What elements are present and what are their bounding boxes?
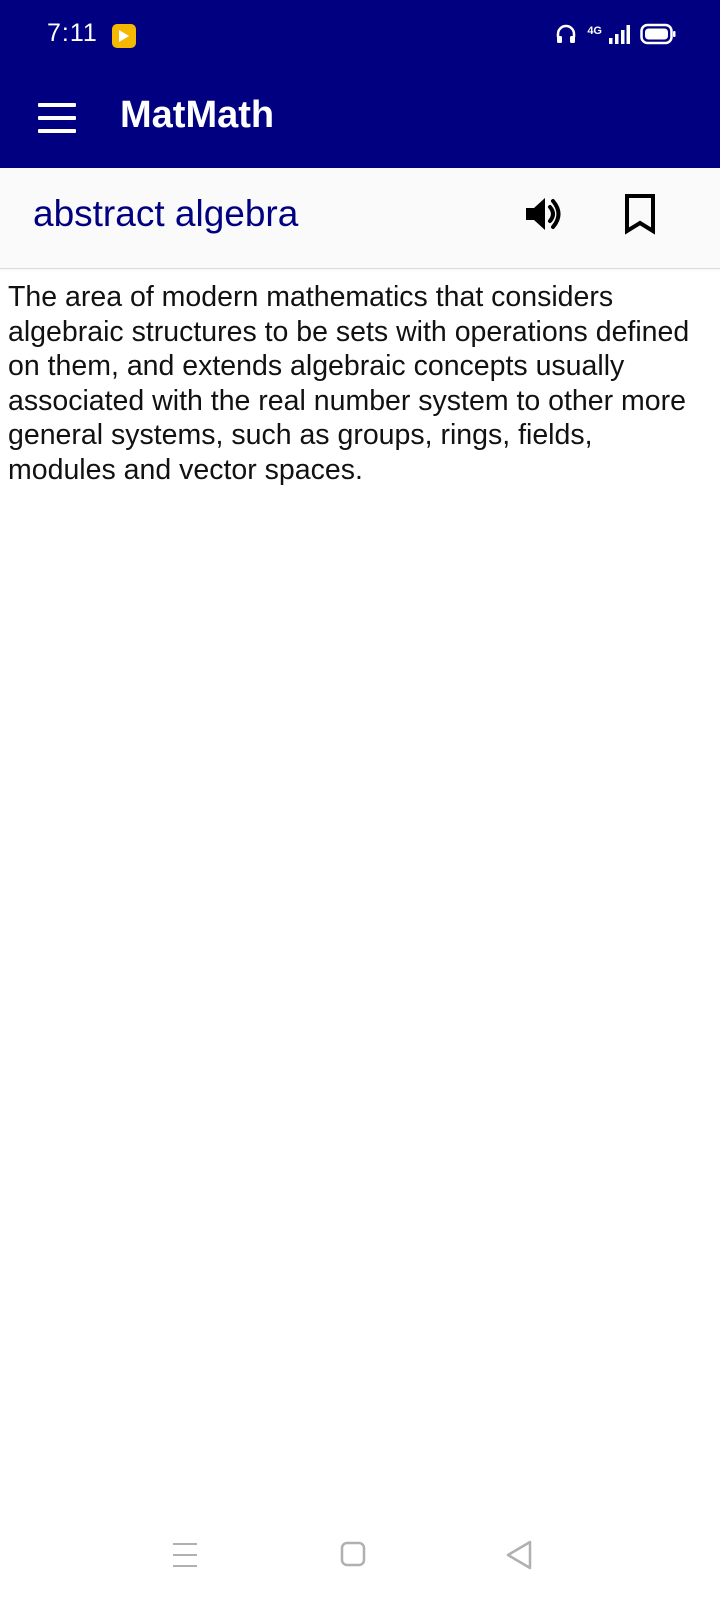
home-icon[interactable]	[328, 1530, 378, 1580]
recents-icon[interactable]	[160, 1530, 210, 1580]
speaker-icon[interactable]	[520, 190, 568, 238]
hamburger-menu-icon[interactable]	[30, 92, 82, 144]
bookmark-icon[interactable]	[616, 190, 664, 238]
back-icon[interactable]	[494, 1530, 544, 1580]
play-notification-icon	[112, 24, 136, 48]
status-time: 7:11	[47, 19, 98, 47]
headset-icon	[555, 24, 577, 49]
definition-text: The area of modern mathematics that cons…	[8, 281, 690, 486]
word-header: abstract algebra	[0, 168, 720, 269]
signal-icon	[608, 23, 630, 50]
app-bar: 7:11 4G MatMath	[0, 0, 720, 168]
status-bar: 7:11 4G	[0, 0, 720, 72]
toolbar: MatMath	[0, 72, 720, 168]
system-nav-bar	[0, 1520, 720, 1600]
status-indicators: 4G	[555, 22, 676, 50]
word-title: abstract algebra	[33, 193, 299, 234]
network-type: 4G	[587, 25, 602, 37]
app-title: MatMath	[120, 94, 275, 136]
battery-icon	[640, 23, 676, 50]
